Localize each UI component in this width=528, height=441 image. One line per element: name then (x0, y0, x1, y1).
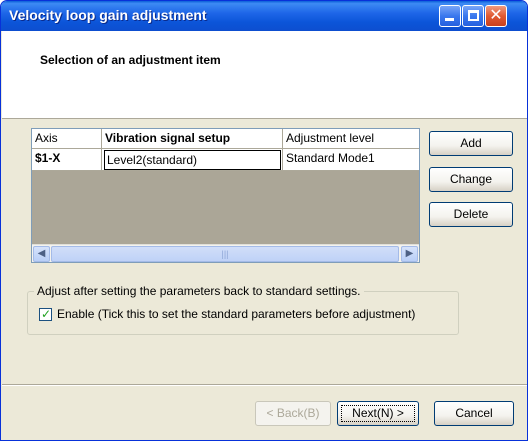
minimize-button[interactable] (439, 5, 461, 27)
change-button[interactable]: Change (429, 167, 513, 192)
column-header-vibration[interactable]: Vibration signal setup (102, 129, 283, 148)
chevron-left-icon: ◀ (37, 248, 46, 259)
close-icon: ✕ (489, 7, 503, 24)
table-header: Axis Vibration signal setup Adjustment l… (32, 129, 419, 149)
enable-checkbox-label[interactable]: Enable (Tick this to set the standard pa… (57, 307, 415, 321)
add-button[interactable]: Add (429, 131, 513, 156)
scroll-left-button[interactable]: ◀ (33, 246, 50, 262)
scroll-right-button[interactable]: ▶ (401, 246, 418, 262)
window-title: Velocity loop gain adjustment (9, 7, 207, 23)
cell-axis[interactable]: $1-X (32, 149, 102, 170)
footer-divider (2, 384, 527, 386)
cancel-button[interactable]: Cancel (434, 401, 514, 426)
checkmark-icon: ✓ (41, 307, 52, 321)
header-panel: Selection of an adjustment item (2, 31, 527, 119)
vibration-signal-editor[interactable]: Level2(standard) (104, 150, 281, 170)
minimize-icon (445, 18, 454, 21)
maximize-button[interactable] (462, 5, 484, 27)
dialog-window: Velocity loop gain adjustment ✕ Selectio… (0, 0, 528, 441)
next-button-label: Next(N) > (341, 405, 415, 422)
group-legend: Adjust after setting the parameters back… (34, 284, 364, 298)
column-header-level[interactable]: Adjustment level (283, 129, 419, 148)
close-button[interactable]: ✕ (485, 5, 507, 27)
grip-icon: ||| (221, 249, 229, 259)
back-button[interactable]: < Back(B) (255, 401, 331, 426)
title-bar[interactable]: Velocity loop gain adjustment ✕ (1, 1, 527, 31)
maximize-icon (468, 10, 479, 21)
horizontal-scrollbar[interactable]: ◀ ||| ▶ (32, 244, 419, 262)
cell-level[interactable]: Standard Mode1 (283, 149, 419, 170)
next-button[interactable]: Next(N) > (337, 401, 419, 426)
chevron-right-icon: ▶ (405, 248, 414, 259)
page-title: Selection of an adjustment item (40, 53, 221, 67)
scroll-thumb[interactable]: ||| (51, 246, 399, 262)
table-row[interactable]: $1-X Level2(standard) Standard Mode1 (32, 149, 419, 171)
delete-button[interactable]: Delete (429, 202, 513, 227)
adjustment-items-table[interactable]: Axis Vibration signal setup Adjustment l… (31, 128, 420, 263)
enable-checkbox[interactable]: ✓ (39, 307, 52, 321)
column-header-axis[interactable]: Axis (32, 129, 102, 148)
